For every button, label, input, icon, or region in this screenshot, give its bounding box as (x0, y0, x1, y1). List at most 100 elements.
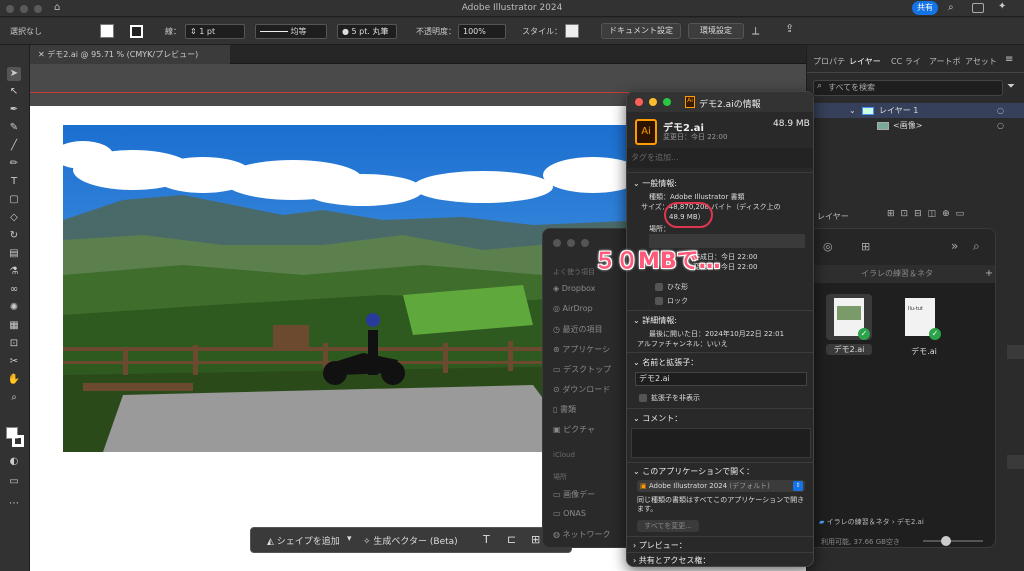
name-ext-section-header[interactable]: ⌄ 名前と拡張子： (633, 357, 698, 368)
finder-close-button[interactable] (553, 239, 561, 247)
airdrop-share-icon[interactable]: ◎ (823, 240, 833, 253)
target-icon[interactable]: ○ (997, 118, 1004, 133)
stationery-checkbox[interactable] (655, 283, 663, 291)
file-name[interactable]: デモ2.ai (826, 344, 872, 355)
sidebar-item-pictures[interactable]: ▣ ピクチャ (553, 424, 595, 435)
folder-tab[interactable]: イラレの練習＆ネタ (813, 265, 981, 283)
filter-icon[interactable]: ⏷ (1007, 81, 1015, 92)
eraser-tool-icon[interactable]: ◇ (7, 211, 21, 225)
stroke-style-select[interactable]: 均等 (255, 24, 327, 39)
sidebar-item-recents[interactable]: ◷ 最近の項目 (553, 324, 603, 335)
search-icon[interactable]: ⌕ (973, 239, 980, 254)
comments-section-header[interactable]: ⌄ コメント： (633, 413, 682, 424)
slider-knob[interactable] (941, 536, 951, 546)
document-setup-button[interactable]: ドキュメント設定 (601, 23, 681, 39)
layer-row[interactable]: ⌄ レイヤー 1 ○ (807, 103, 1024, 118)
graph-tool-icon[interactable]: ▦ (7, 319, 21, 333)
chevron-down-icon[interactable]: ⌄ (849, 103, 856, 118)
stroke-color-icon[interactable] (12, 435, 24, 447)
change-all-button[interactable]: すべてを変更... (637, 520, 699, 532)
info-close-button[interactable] (635, 98, 643, 106)
crop-icon[interactable]: ⊏ (507, 533, 516, 546)
generative-vector-button[interactable]: ✧ 生成ベクター (Beta) (363, 534, 458, 547)
eyedropper-tool-icon[interactable]: ⚗ (7, 265, 21, 279)
file-name[interactable]: デモ.ai (901, 346, 947, 357)
locked-checkbox[interactable] (655, 297, 663, 305)
type-tool-icon[interactable]: T (7, 175, 21, 189)
add-tab-icon[interactable]: + (981, 265, 995, 283)
align-icon[interactable]: ⟂ (752, 24, 759, 38)
tab-properties[interactable]: プロパテ (813, 56, 845, 67)
artboard-tool-icon[interactable]: ⊡ (7, 337, 21, 351)
sidebar-item-location[interactable]: ▭ ONAS (553, 509, 586, 518)
info-minimize-button[interactable] (649, 98, 657, 106)
stroke-weight-field[interactable]: ⇕ 1 pt (185, 24, 245, 39)
opacity-field[interactable]: 100% (458, 24, 506, 39)
collapsed-panel-icon[interactable] (1007, 455, 1024, 469)
zoom-tool-icon[interactable]: ⌕ (7, 391, 21, 405)
fill-swatch[interactable] (100, 24, 114, 38)
stroke-stepper-icon[interactable]: ⇕ (190, 27, 199, 36)
hand-tool-icon[interactable]: ✋ (7, 373, 21, 387)
tab-assets[interactable]: アセット (965, 56, 997, 67)
target-icon[interactable]: ○ (997, 103, 1004, 118)
file-item-selected[interactable]: ✓ (826, 294, 872, 340)
comments-textarea[interactable] (631, 428, 811, 458)
direct-selection-tool-icon[interactable]: ↖ (7, 85, 21, 99)
layer-footer-icons[interactable]: ⊞⊡⊟◫⊕▭ (887, 209, 970, 219)
sidebar-item-desktop[interactable]: ▭ デスクトップ (553, 364, 611, 375)
layer-row[interactable]: <画像> ○ (807, 118, 1024, 133)
add-shape-button[interactable]: ◭ シェイプを追加 (267, 534, 340, 547)
sidebar-item-downloads[interactable]: ⊙ ダウンロード (553, 384, 610, 395)
export-icon[interactable]: ⇪ (785, 22, 794, 35)
gradient-tool-icon[interactable]: ▤ (7, 247, 21, 261)
line-tool-icon[interactable]: ╱ (7, 139, 21, 153)
graphic-style-swatch[interactable] (565, 24, 579, 38)
tab-artboards[interactable]: アートボ (929, 56, 961, 67)
collapsed-panel-icon[interactable] (1007, 345, 1024, 359)
image-trace-icon[interactable]: ⊞ (531, 533, 540, 546)
selection-tool-icon[interactable]: ➤ (7, 67, 21, 81)
sidebar-item-airdrop[interactable]: ◎ AirDrop (553, 304, 593, 313)
tips-icon[interactable]: ✦ (998, 1, 1006, 12)
sidebar-item-applications[interactable]: ⊛ アプリケーシ (553, 344, 610, 355)
sidebar-item-location[interactable]: ▭ 画像デー (553, 489, 595, 500)
tab-layers[interactable]: レイヤー (849, 56, 881, 67)
layer-search-input[interactable]: すべてを検索 (813, 80, 1003, 96)
add-shape-dropdown-icon[interactable]: ▾ (347, 534, 352, 544)
slice-tool-icon[interactable]: ✂ (7, 355, 21, 369)
open-with-section-header[interactable]: ⌄ このアプリケーションで開く： (633, 466, 754, 477)
preferences-button[interactable]: 環境設定 (688, 23, 744, 39)
finder-zoom-button[interactable] (581, 239, 589, 247)
screen-mode-icon[interactable]: ▭ (7, 475, 21, 489)
share-button[interactable]: 共有 (912, 1, 938, 15)
details-section-header[interactable]: ⌄ 詳細情報: (633, 315, 677, 326)
draw-mode-icon[interactable]: ◐ (7, 455, 21, 469)
pen-tool-icon[interactable]: ✒ (7, 103, 21, 117)
path-file[interactable]: デモ2.ai (897, 518, 924, 526)
sidebar-item-documents[interactable]: ▯ 書類 (553, 404, 576, 415)
search-icon[interactable]: ⌕ (948, 2, 954, 13)
curvature-tool-icon[interactable]: ✎ (7, 121, 21, 135)
brush-select[interactable]: ● 5 pt. 丸筆 (337, 24, 397, 39)
sidebar-item-dropbox[interactable]: ◈ Dropbox (553, 284, 595, 293)
filename-input[interactable]: デモ2.ai (635, 372, 807, 386)
rectangle-tool-icon[interactable]: ▢ (7, 193, 21, 207)
symbol-tool-icon[interactable]: ✺ (7, 301, 21, 315)
finder-minimize-button[interactable] (567, 239, 575, 247)
stroke-swatch[interactable] (130, 25, 143, 38)
path-folder[interactable]: イラレの練習＆ネタ (827, 518, 890, 526)
tab-cc-libraries[interactable]: CC ライ (891, 56, 921, 67)
more-icon[interactable]: » (951, 239, 958, 253)
panel-menu-icon[interactable]: ≡ (1005, 54, 1013, 65)
rotate-tool-icon[interactable]: ↻ (7, 229, 21, 243)
icon-size-slider[interactable] (923, 536, 983, 546)
blend-tool-icon[interactable]: ∞ (7, 283, 21, 297)
sharing-section-header[interactable]: › 共有とアクセス権： (633, 555, 710, 566)
tags-input[interactable]: タグを追加... (627, 148, 813, 168)
pencil-tool-icon[interactable]: ✏ (7, 157, 21, 171)
view-grid-icon[interactable]: ⊞ (861, 240, 870, 253)
close-tab-icon[interactable]: ✕ (38, 50, 47, 59)
more-tools-icon[interactable]: ⋯ (7, 497, 21, 511)
type-icon[interactable]: T (483, 533, 490, 546)
